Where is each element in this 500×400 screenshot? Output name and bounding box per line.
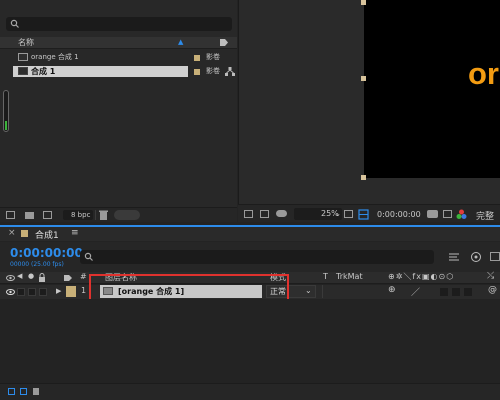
new-folder-icon[interactable] bbox=[25, 212, 34, 219]
audio-level-meter bbox=[3, 90, 9, 132]
item-type: 影卷 bbox=[206, 67, 220, 75]
interpret-footage-icon[interactable] bbox=[6, 211, 15, 219]
timeline-tab-bar: × 合成1 ≡ bbox=[0, 225, 500, 241]
project-column-header[interactable]: 名称 ▲ bbox=[0, 37, 237, 49]
canvas-handle[interactable] bbox=[361, 76, 366, 81]
project-bottom-toolbar: 8 bpc bbox=[0, 207, 237, 222]
layer-number: 1 bbox=[81, 286, 87, 295]
channel-colors-icon[interactable] bbox=[456, 209, 467, 220]
project-item-comp1-selected[interactable]: 合成 1 bbox=[13, 66, 188, 77]
video-eye-icon[interactable] bbox=[6, 288, 15, 296]
mask-visibility-icon[interactable] bbox=[276, 210, 287, 217]
chevron-down-icon: ⌄ bbox=[305, 286, 312, 295]
search-icon bbox=[84, 252, 93, 261]
tab-menu-icon[interactable]: ≡ bbox=[71, 228, 79, 238]
item-type: 影卷 bbox=[206, 53, 220, 61]
transparency-grid-icon[interactable] bbox=[358, 209, 369, 220]
collapse-switch-icon[interactable]: ⊕ bbox=[388, 285, 396, 295]
panel-divider bbox=[238, 0, 239, 222]
audio-speaker-icon[interactable]: ◀ bbox=[17, 272, 22, 280]
new-composition-icon[interactable] bbox=[43, 211, 52, 219]
trkmat-cell[interactable] bbox=[322, 285, 382, 298]
composition-icon bbox=[18, 53, 28, 61]
composition-icon bbox=[18, 67, 28, 75]
timeline-footer bbox=[0, 383, 500, 400]
timeline-controls: 0:00:00:00 00000 (25.00 fps) bbox=[0, 242, 500, 272]
trash-icon[interactable] bbox=[99, 210, 108, 220]
close-tab-icon[interactable]: × bbox=[8, 228, 16, 238]
show-snapshot-icon[interactable] bbox=[443, 210, 452, 218]
lock-toggle[interactable] bbox=[39, 288, 47, 296]
comp-flowchart-icon[interactable] bbox=[449, 252, 461, 262]
switch-cell[interactable] bbox=[452, 288, 460, 296]
project-item-orange-comp[interactable]: orange 合成 1 影卷 bbox=[14, 52, 237, 63]
expand-arrow-icon[interactable]: ▶ bbox=[56, 287, 61, 295]
resolution-dropdown[interactable]: 完整 bbox=[476, 209, 494, 222]
search-icon bbox=[10, 19, 19, 28]
shy-layers-icon[interactable] bbox=[490, 252, 500, 261]
zoom-dropdown[interactable]: 25% ⌄ bbox=[294, 208, 342, 220]
layer-number-header: # bbox=[80, 272, 87, 281]
video-eye-icon[interactable] bbox=[6, 274, 15, 282]
sort-up-icon[interactable]: ▲ bbox=[178, 38, 183, 46]
switch-cell[interactable] bbox=[440, 288, 448, 296]
item-name: orange 合成 1 bbox=[31, 53, 79, 61]
project-search-input[interactable] bbox=[6, 17, 232, 31]
label-swatch[interactable] bbox=[194, 69, 200, 75]
trkmat-header: TrkMat bbox=[336, 272, 363, 281]
quality-switch-icon[interactable]: ／ bbox=[411, 285, 420, 298]
solo-icon[interactable]: ● bbox=[28, 272, 34, 280]
current-time-display[interactable]: 0:00:00:00 bbox=[10, 246, 83, 260]
comp-label-swatch bbox=[21, 230, 28, 237]
t-header: T bbox=[323, 272, 328, 281]
in-out-toggle[interactable] bbox=[33, 388, 39, 395]
chevron-down-icon: ⌄ bbox=[335, 210, 341, 218]
switch-cell[interactable] bbox=[464, 288, 472, 296]
canvas-text: or bbox=[468, 56, 499, 91]
transfer-controls-toggle[interactable] bbox=[20, 388, 27, 395]
snapshot-icon[interactable] bbox=[427, 210, 438, 218]
frame-info: 00000 (25.00 fps) bbox=[10, 261, 64, 268]
draft-3d-icon[interactable] bbox=[470, 251, 482, 263]
viewer-timecode[interactable]: 0:00:00:00 bbox=[377, 210, 421, 219]
viewer-toolbar: 25% ⌄ 0:00:00:00 完整 bbox=[238, 204, 500, 222]
layer-switches-toggle[interactable] bbox=[8, 388, 15, 395]
divider bbox=[95, 210, 96, 220]
lock-icon[interactable] bbox=[38, 273, 46, 282]
audio-level-fill bbox=[5, 121, 7, 130]
timeline-tab-label[interactable]: 合成1 bbox=[35, 228, 59, 241]
layer-label-swatch[interactable] bbox=[66, 286, 76, 297]
flowchart-toggle[interactable] bbox=[114, 210, 140, 220]
bpc-label: 8 bpc bbox=[71, 211, 91, 219]
canvas-handle[interactable] bbox=[361, 0, 366, 5]
always-preview-icon[interactable] bbox=[244, 210, 253, 218]
label-swatch[interactable] bbox=[194, 55, 200, 61]
monitor-icon[interactable] bbox=[260, 210, 269, 218]
parent-pickwhip-icon[interactable]: @ bbox=[488, 285, 497, 295]
region-of-interest-icon[interactable] bbox=[344, 210, 353, 218]
item-name: 合成 1 bbox=[31, 67, 56, 76]
audio-toggle[interactable] bbox=[17, 288, 25, 296]
flowchart-icon[interactable] bbox=[225, 67, 235, 76]
canvas-handle[interactable] bbox=[361, 175, 366, 180]
switches-icons[interactable]: ⊕✲＼fx▣◐⊙⬡ bbox=[388, 271, 454, 282]
parent-link-icon[interactable]: ⤯ bbox=[487, 271, 494, 281]
project-panel bbox=[0, 0, 237, 222]
name-column-label: 名称 bbox=[18, 38, 34, 47]
label-tag-icon[interactable] bbox=[219, 38, 229, 47]
timeline-search-input[interactable] bbox=[80, 250, 434, 264]
composition-canvas[interactable]: or bbox=[364, 0, 500, 178]
bpc-button[interactable]: 8 bpc bbox=[63, 210, 93, 220]
timeline-empty-area[interactable] bbox=[0, 299, 500, 383]
label-tag-icon[interactable] bbox=[63, 274, 73, 282]
solo-toggle[interactable] bbox=[28, 288, 36, 296]
